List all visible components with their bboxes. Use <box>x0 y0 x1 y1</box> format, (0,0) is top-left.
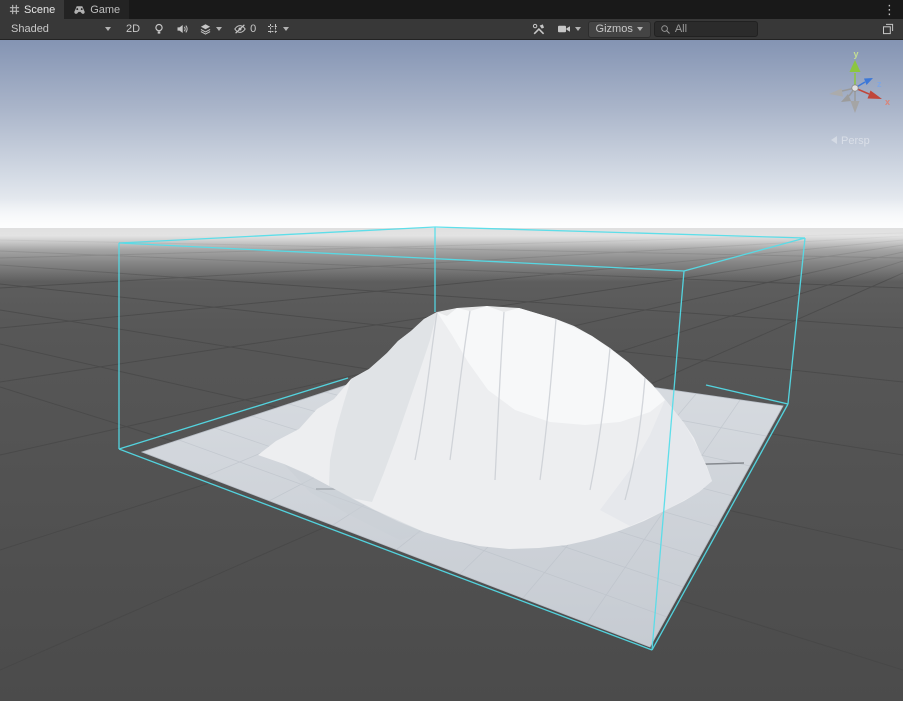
gizmos-dropdown[interactable]: Gizmos <box>588 21 651 38</box>
search-icon <box>660 24 671 35</box>
draw-mode-dropdown[interactable]: Shaded <box>5 21 117 38</box>
popout-window-button[interactable] <box>878 21 898 38</box>
tab-scene[interactable]: Scene <box>0 0 64 19</box>
chevron-down-icon <box>575 27 581 31</box>
gamepad-icon <box>73 5 86 15</box>
axis-z-label: z <box>877 79 882 89</box>
horizon-fog <box>0 198 903 282</box>
axis-y-label: y <box>853 49 858 59</box>
eye-off-icon <box>233 23 247 35</box>
scene-visibility-button[interactable]: 0 <box>229 21 260 38</box>
scene-viewport[interactable]: y x z Persp <box>0 40 903 701</box>
window-popout-icon <box>882 23 894 35</box>
grid-visibility-dropdown[interactable] <box>263 21 293 38</box>
2d-toggle-button[interactable]: 2D <box>120 21 146 38</box>
scene-audio-button[interactable] <box>172 21 192 38</box>
speaker-icon <box>176 23 188 35</box>
axis-x-label: x <box>885 97 890 107</box>
tab-game-label: Game <box>90 4 120 16</box>
chevron-down-icon <box>637 27 643 31</box>
scene-toolbar: Shaded 2D 0 <box>0 19 903 40</box>
editor-tools-button[interactable] <box>528 21 550 38</box>
camera-settings-dropdown[interactable] <box>553 21 585 38</box>
tab-bar: Scene Game ⋮ <box>0 0 903 19</box>
projection-label: Persp <box>841 135 870 147</box>
tab-game[interactable]: Game <box>64 0 129 19</box>
scene-effects-dropdown[interactable] <box>195 21 226 38</box>
chevron-down-icon <box>283 27 289 31</box>
grid-snap-icon <box>267 23 279 35</box>
scene-canvas[interactable]: y x z Persp <box>0 40 903 701</box>
2d-label: 2D <box>126 23 140 35</box>
lightbulb-icon <box>153 23 165 36</box>
scene-lighting-button[interactable] <box>149 21 169 38</box>
window-menu-icon[interactable]: ⋮ <box>876 0 903 19</box>
chevron-down-icon <box>216 27 222 31</box>
camera-icon <box>557 24 571 34</box>
axis-center-handle[interactable] <box>852 85 858 91</box>
search-input[interactable]: All <box>654 21 758 37</box>
draw-mode-label: Shaded <box>11 23 49 35</box>
tab-scene-label: Scene <box>24 4 55 16</box>
hidden-count-label: 0 <box>250 23 256 35</box>
tools-wrench-icon <box>532 23 546 36</box>
gizmos-label: Gizmos <box>596 23 633 35</box>
chevron-down-icon <box>105 27 111 31</box>
search-value: All <box>675 23 687 35</box>
effects-layers-icon <box>199 23 212 35</box>
scene-grid-icon <box>9 4 20 15</box>
